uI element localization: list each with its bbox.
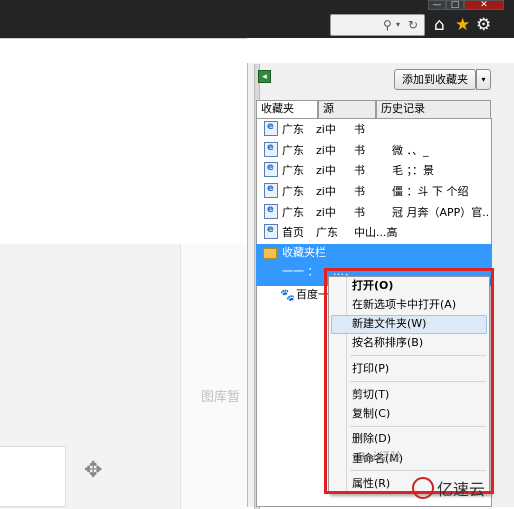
add-to-favorites-button[interactable]: 添加到收藏夹 (394, 69, 476, 90)
ie-page-icon (264, 222, 278, 240)
search-icon[interactable]: ⚲ (383, 16, 392, 34)
move-icon[interactable]: ✥ (84, 458, 102, 483)
refresh-icon[interactable]: ↻ (408, 16, 418, 34)
ie-page-icon (264, 202, 278, 220)
minimize-button[interactable]: — (428, 0, 446, 10)
tab-favorites[interactable]: 收藏夹 (256, 100, 318, 119)
yisu-logo-icon (412, 477, 434, 499)
yisu-watermark: 亿速云 (437, 480, 486, 499)
favorite-item[interactable]: 广东zi中书 (264, 119, 490, 140)
back-arrow-icon[interactable]: ◂ (258, 70, 271, 83)
page-content-top (0, 38, 247, 244)
chevron-down-icon[interactable]: ▾ (396, 16, 400, 34)
gallery-text: 图库暂 (201, 390, 241, 405)
favorites-star-icon[interactable]: ★ (455, 13, 470, 37)
add-to-favorites-dropdown[interactable]: ▾ (476, 69, 491, 90)
tab-history[interactable]: 历史记录 (376, 100, 491, 118)
baidu-jingyan-watermark: Bai经验 (357, 450, 400, 464)
gear-icon[interactable]: ⚙ (476, 13, 491, 37)
maximize-button[interactable]: □ (446, 0, 464, 10)
favorites-bar-label: 收藏夹栏 (282, 246, 326, 259)
tab-feeds[interactable]: 源 (318, 100, 376, 118)
baidu-paw-icon: 🐾 (280, 288, 295, 302)
home-icon[interactable]: ⌂ (434, 13, 445, 37)
ie-page-icon (264, 140, 278, 158)
favorite-item[interactable]: 首页广东中山...高 (264, 222, 490, 243)
ie-page-icon (264, 119, 278, 137)
annotation-highlight-box (324, 268, 494, 494)
page-panel (0, 446, 66, 507)
page-side-column (180, 244, 247, 509)
ie-page-icon (264, 181, 278, 199)
folder-icon (263, 248, 277, 259)
ie-page-icon (264, 160, 278, 178)
close-window-button[interactable]: ✕ (464, 0, 504, 10)
favorite-item[interactable]: 广东zi中书毛 ；：景 (264, 160, 490, 181)
favorite-item[interactable]: 广东zi中书僵 ：斗 下 个绍 (264, 181, 490, 202)
favorite-item[interactable]: 广东zi中书微 ．、_ (264, 140, 490, 161)
favorite-item[interactable]: 广东zi中书冠 月奔（APP）官... (264, 202, 490, 223)
